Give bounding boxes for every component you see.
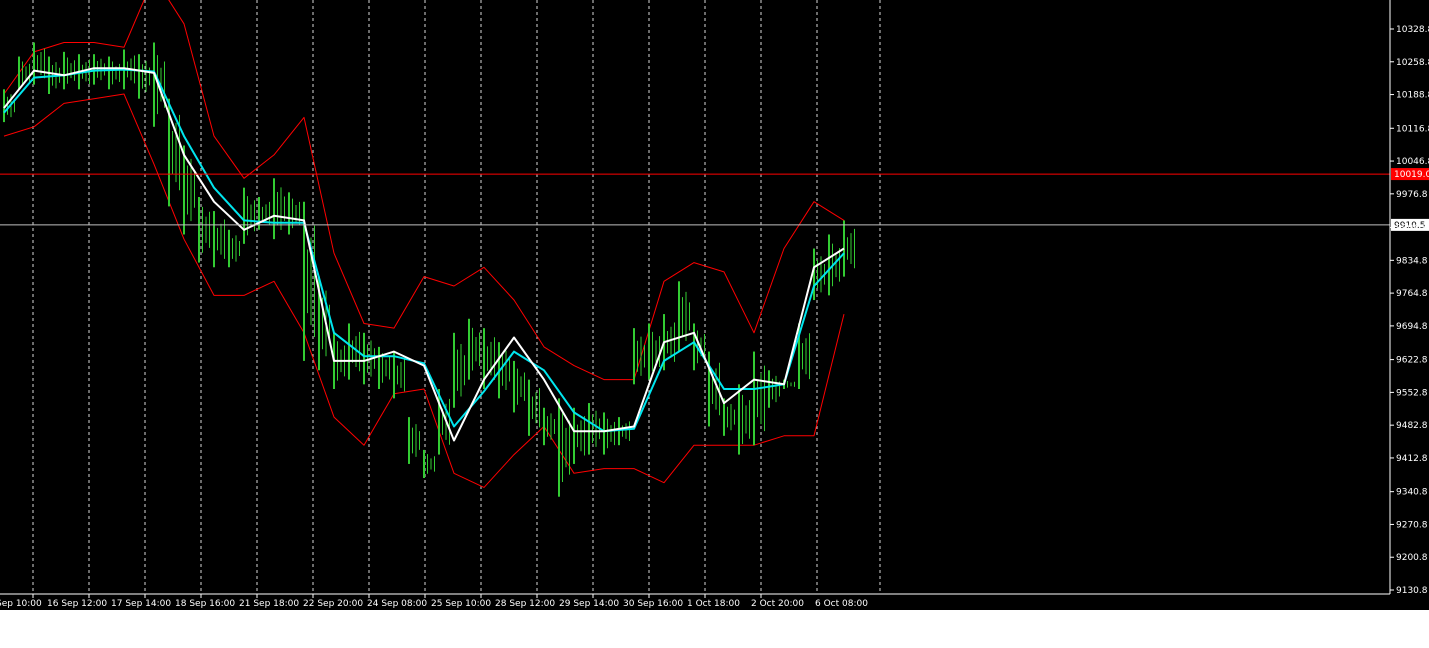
x-tick-label: 24 Sep 08:00 <box>367 599 427 609</box>
x-tick-label: Sep 10:00 <box>0 599 42 609</box>
x-tick-label: 22 Sep 20:00 <box>303 599 363 609</box>
y-tick-label: 9552.8 <box>1396 388 1428 398</box>
x-tick-label: 29 Sep 14:00 <box>559 599 619 609</box>
y-tick-label: 9412.8 <box>1396 454 1428 464</box>
y-tick-label: 9694.8 <box>1396 322 1428 332</box>
price-chart[interactable]: 10019.09910.5 10328.810258.810188.810116… <box>0 0 1429 610</box>
x-tick-label: 18 Sep 16:00 <box>175 599 235 609</box>
y-tick-label: 9622.8 <box>1396 356 1428 366</box>
x-tick-label: 25 Sep 10:00 <box>431 599 491 609</box>
y-tick-label: 10046.8 <box>1396 157 1429 167</box>
y-tick-label: 10116.8 <box>1396 124 1429 134</box>
x-tick-label: 6 Oct 08:00 <box>815 599 868 609</box>
y-tick-label: 10188.8 <box>1396 91 1429 101</box>
y-tick-label: 9482.8 <box>1396 421 1428 431</box>
price-tag-label: 10019.0 <box>1394 170 1429 180</box>
y-tick-label: 9764.8 <box>1396 289 1428 299</box>
y-tick-label: 10328.8 <box>1396 25 1429 35</box>
x-tick-label: 21 Sep 18:00 <box>239 599 299 609</box>
y-tick-label: 9976.8 <box>1396 190 1428 200</box>
chart-background <box>0 0 1429 610</box>
y-tick-label: 10258.8 <box>1396 58 1429 68</box>
y-tick-label: 9834.8 <box>1396 256 1428 266</box>
x-tick-label: 2 Oct 20:00 <box>751 599 804 609</box>
y-tick-label: 9904.8 <box>1396 224 1428 234</box>
x-tick-label: 28 Sep 12:00 <box>495 599 555 609</box>
y-tick-label: 9130.8 <box>1396 586 1428 596</box>
x-tick-label: 1 Oct 18:00 <box>687 599 740 609</box>
x-tick-label: 30 Sep 16:00 <box>623 599 683 609</box>
x-tick-label: 16 Sep 12:00 <box>47 599 107 609</box>
x-tick-label: 17 Sep 14:00 <box>111 599 171 609</box>
footer-blank-area <box>0 610 1429 648</box>
y-tick-label: 9270.8 <box>1396 520 1428 530</box>
chart-svg: 10019.09910.5 10328.810258.810188.810116… <box>0 0 1429 610</box>
y-tick-label: 9200.8 <box>1396 553 1428 563</box>
y-tick-label: 9340.8 <box>1396 488 1428 498</box>
